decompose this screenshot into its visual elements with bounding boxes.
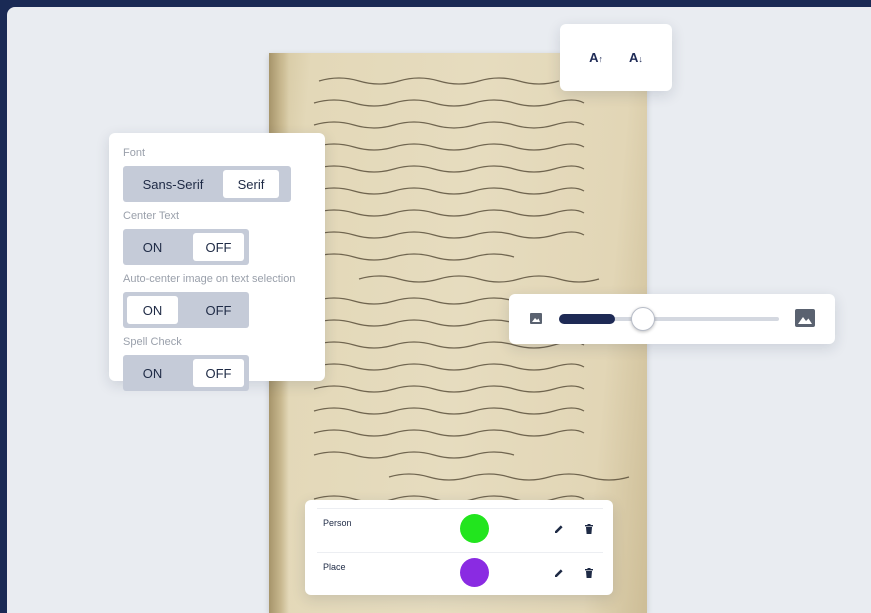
spell-check-on[interactable]: ON — [127, 359, 178, 387]
trash-icon[interactable] — [585, 567, 593, 578]
spell-check-label: Spell Check — [123, 336, 182, 348]
spell-check-toggle: ON OFF — [123, 355, 249, 391]
image-small-icon — [530, 313, 542, 324]
image-zoom-panel — [509, 294, 835, 344]
entity-name: Person — [323, 518, 352, 528]
auto-center-off[interactable]: OFF — [193, 296, 244, 324]
font-toggle: Sans-Serif Serif — [123, 166, 291, 202]
entity-types-panel: Person Place — [305, 500, 613, 595]
image-large-icon — [795, 309, 815, 327]
entity-name: Place — [323, 562, 346, 572]
zoom-slider-thumb[interactable] — [631, 307, 655, 331]
center-text-toggle: ON OFF — [123, 229, 249, 265]
auto-center-toggle: ON OFF — [123, 292, 249, 328]
entity-color-swatch[interactable] — [460, 514, 489, 543]
decrease-font-size-button[interactable]: A↓ — [629, 50, 643, 65]
auto-center-on[interactable]: ON — [127, 296, 178, 324]
pencil-icon[interactable] — [554, 524, 564, 534]
font-option-serif[interactable]: Serif — [223, 170, 279, 198]
center-text-off[interactable]: OFF — [193, 233, 244, 261]
zoom-slider-fill — [559, 314, 615, 324]
entity-color-swatch[interactable] — [460, 558, 489, 587]
text-settings-panel: Font Sans-Serif Serif Center Text ON OFF… — [109, 133, 325, 391]
increase-font-label: A — [589, 50, 599, 65]
font-label: Font — [123, 147, 146, 159]
spell-check-off[interactable]: OFF — [193, 359, 244, 387]
increase-font-size-button[interactable]: A↑ — [589, 50, 603, 65]
center-text-label: Center Text — [123, 210, 180, 222]
font-size-panel: A↑ A↓ — [560, 24, 672, 91]
trash-icon[interactable] — [585, 523, 593, 534]
entity-row-place[interactable]: Place — [317, 552, 603, 592]
arrow-down-icon: ↓ — [638, 54, 643, 64]
font-option-sans-serif[interactable]: Sans-Serif — [127, 170, 219, 198]
center-text-on[interactable]: ON — [127, 233, 178, 261]
decrease-font-label: A — [629, 50, 639, 65]
workspace: A↑ A↓ Font Sans-Serif Serif Center Text … — [7, 7, 871, 613]
zoom-slider[interactable] — [559, 307, 779, 331]
arrow-up-icon: ↑ — [598, 54, 604, 64]
pencil-icon[interactable] — [554, 568, 564, 578]
entity-row-person[interactable]: Person — [317, 508, 603, 548]
auto-center-label: Auto-center image on text selection — [123, 273, 296, 285]
